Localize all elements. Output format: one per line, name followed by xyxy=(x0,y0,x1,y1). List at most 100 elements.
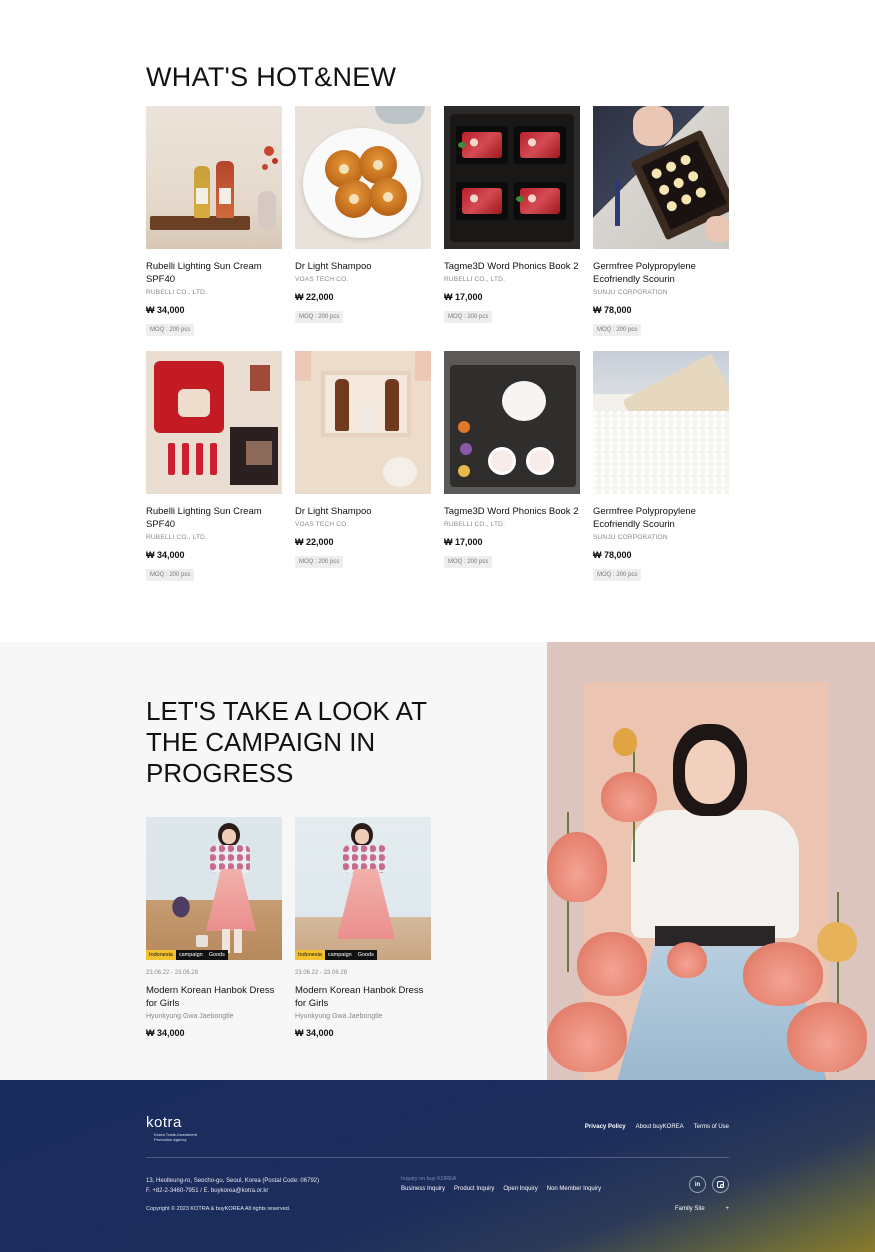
tag-country: Indonesia xyxy=(146,950,176,960)
tag-category: Goods xyxy=(354,950,377,960)
campaign-title: LET'S TAKE A LOOK AT THE CAMPAIGN IN PRO… xyxy=(146,696,427,788)
product-price: ₩ 34,000 xyxy=(146,550,185,560)
campaign-date: 23.06.22 - 23.06.28 xyxy=(295,970,348,976)
non-member-inquiry-link[interactable]: Non Member Inquiry xyxy=(547,1186,601,1192)
campaign-list-panel: LET'S TAKE A LOOK AT THE CAMPAIGN IN PRO… xyxy=(0,642,547,1080)
product-company: RUBELLI CO., LTD. xyxy=(444,521,506,528)
moq-badge: MOQ : 200 pcs xyxy=(295,311,344,323)
contact-line: F. +82-2-3460-7951 / E. buykorea@kotra.o… xyxy=(146,1188,269,1194)
copyright: Copyright © 2023 KOTRA & buyKOREA All ri… xyxy=(146,1206,291,1212)
bottle-gift-box-image[interactable] xyxy=(295,351,431,494)
product-price: ₩ 17,000 xyxy=(444,292,483,302)
site-footer: kotra Korea Trade-Investment Promotion A… xyxy=(0,1080,875,1252)
campaign-company: Hyunkyung Gwa Jaebongtle xyxy=(295,1013,383,1020)
hot-new-section: WHAT'S HOT&NEW Rubelli Lighting Sun Crea… xyxy=(0,0,875,642)
product-company: VOAS TECH CO. xyxy=(295,521,349,528)
plus-icon: + xyxy=(725,1206,729,1212)
campaign-section: LET'S TAKE A LOOK AT THE CAMPAIGN IN PRO… xyxy=(0,642,875,1080)
product-card[interactable]: Tagme3D Word Phonics Book 2 RUBELLI CO.,… xyxy=(444,106,580,351)
business-inquiry-link[interactable]: Business Inquiry xyxy=(401,1186,445,1192)
product-price: ₩ 17,000 xyxy=(444,537,483,547)
hanwoo-beef-box-image[interactable] xyxy=(444,106,580,249)
product-company: RUBELLI CO., LTD. xyxy=(444,276,506,283)
moq-badge: MOQ : 200 pcs xyxy=(295,556,344,568)
product-company: SUNJU CORPORATION xyxy=(593,289,668,296)
hot-new-title: WHAT'S HOT&NEW xyxy=(146,62,397,92)
hanbok-girl-image[interactable]: Indonesia campaign Goods xyxy=(146,817,282,960)
moq-badge: MOQ : 200 pcs xyxy=(593,324,642,336)
hanbok-woman-flowers-image xyxy=(547,642,875,1080)
moq-badge: MOQ : 200 pcs xyxy=(444,311,493,323)
open-inquiry-link[interactable]: Open Inquiry xyxy=(503,1186,537,1192)
social-links: in xyxy=(689,1176,729,1193)
product-card[interactable]: Dr Light Shampoo VOAS TECH CO. ₩ 22,000 … xyxy=(295,106,431,351)
hanbok-girl-image[interactable]: Indonesia campaign Goods xyxy=(295,817,431,960)
linkedin-icon[interactable]: in xyxy=(689,1176,706,1193)
footer-address: 13, Heolleung-ro, Seocho-gu, Seoul, Kore… xyxy=(146,1176,319,1196)
moq-badge: MOQ : 200 pcs xyxy=(593,569,642,581)
tag-category: Goods xyxy=(205,950,228,960)
instagram-icon[interactable] xyxy=(712,1176,729,1193)
tag-type: campaign xyxy=(324,950,355,960)
tag-country: Indonesia xyxy=(295,950,325,960)
campaign-tags: Indonesia campaign Goods xyxy=(295,950,377,960)
about-link[interactable]: About buyKOREA xyxy=(636,1124,684,1130)
family-site-select[interactable]: Family Site + xyxy=(675,1206,729,1212)
product-card[interactable]: Rubelli Lighting Sun Cream SPF40 RUBELLI… xyxy=(146,106,282,351)
campaign-tags: Indonesia campaign Goods xyxy=(146,950,228,960)
gift-tray-image[interactable] xyxy=(593,106,729,249)
product-grid: Rubelli Lighting Sun Cream SPF40 RUBELLI… xyxy=(146,106,729,596)
product-company: VOAS TECH CO. xyxy=(295,276,349,283)
product-card[interactable]: Germfree Polypropylene Ecofriendly Scour… xyxy=(593,106,729,351)
moq-badge: MOQ : 200 pcs xyxy=(146,324,195,336)
product-company: RUBELLI CO., LTD. xyxy=(146,534,208,541)
product-card[interactable]: Dr Light Shampoo VOAS TECH CO. ₩ 22,000 … xyxy=(295,351,431,596)
campaign-company: Hyunkyung Gwa Jaebongtle xyxy=(146,1013,234,1020)
product-name[interactable]: Rubelli Lighting Sun Cream SPF40 xyxy=(146,505,282,531)
product-price: ₩ 78,000 xyxy=(593,550,632,560)
product-card[interactable]: Rubelli Lighting Sun Cream SPF40 RUBELLI… xyxy=(146,351,282,596)
product-name[interactable]: Tagme3D Word Phonics Book 2 xyxy=(444,260,580,273)
terms-link[interactable]: Terms of Use xyxy=(694,1124,729,1130)
campaign-price: ₩ 34,000 xyxy=(146,1028,185,1038)
family-site-label: Family Site xyxy=(675,1206,705,1212)
logo-subtitle: Korea Trade-Investment Promotion Agency xyxy=(154,1132,197,1142)
tea-set-image[interactable] xyxy=(444,351,580,494)
moq-badge: MOQ : 200 pcs xyxy=(444,556,493,568)
rice-box-image[interactable] xyxy=(593,351,729,494)
campaign-name[interactable]: Modern Korean Hanbok Dress for Girls xyxy=(146,984,282,1010)
campaign-card[interactable]: Indonesia campaign Goods 23.06.22 - 23.0… xyxy=(146,817,282,1038)
product-price: ₩ 34,000 xyxy=(146,305,185,315)
campaign-grid: Indonesia campaign Goods 23.06.22 - 23.0… xyxy=(146,817,431,1038)
product-name[interactable]: Rubelli Lighting Sun Cream SPF40 xyxy=(146,260,282,286)
product-price: ₩ 22,000 xyxy=(295,537,334,547)
bojagi-gift-set-image[interactable] xyxy=(146,351,282,494)
inquiry-label: Inquiry on buy KOREA xyxy=(401,1176,457,1182)
campaign-price: ₩ 34,000 xyxy=(295,1028,334,1038)
product-company: SUNJU CORPORATION xyxy=(593,534,668,541)
product-name[interactable]: Germfree Polypropylene Ecofriendly Scour… xyxy=(593,260,729,286)
privacy-policy-link[interactable]: Privacy Policy xyxy=(585,1124,626,1130)
inquiry-block: Inquiry on buy KOREA Business Inquiry Pr… xyxy=(401,1176,601,1192)
product-card[interactable]: Germfree Polypropylene Ecofriendly Scour… xyxy=(593,351,729,596)
product-inquiry-link[interactable]: Product Inquiry xyxy=(454,1186,494,1192)
footer-links: Privacy Policy About buyKOREA Terms of U… xyxy=(585,1124,729,1130)
product-price: ₩ 78,000 xyxy=(593,305,632,315)
product-name[interactable]: Dr Light Shampoo xyxy=(295,505,431,518)
inquiry-links: Business Inquiry Product Inquiry Open In… xyxy=(401,1186,601,1192)
product-price: ₩ 22,000 xyxy=(295,292,334,302)
liquor-bottles-image[interactable] xyxy=(146,106,282,249)
address-line: 13, Heolleung-ro, Seocho-gu, Seoul, Kore… xyxy=(146,1178,320,1184)
moq-badge: MOQ : 200 pcs xyxy=(146,569,195,581)
tag-type: campaign xyxy=(175,950,206,960)
product-name[interactable]: Germfree Polypropylene Ecofriendly Scour… xyxy=(593,505,729,531)
product-card[interactable]: Tagme3D Word Phonics Book 2 RUBELLI CO.,… xyxy=(444,351,580,596)
logo-wordmark: kotra xyxy=(146,1114,182,1131)
yakgwa-cookies-image[interactable] xyxy=(295,106,431,249)
kotra-logo[interactable]: kotra Korea Trade-Investment Promotion A… xyxy=(146,1114,216,1142)
campaign-date: 23.06.22 - 23.06.28 xyxy=(146,970,199,976)
campaign-name[interactable]: Modern Korean Hanbok Dress for Girls xyxy=(295,984,431,1010)
product-name[interactable]: Dr Light Shampoo xyxy=(295,260,431,273)
campaign-card[interactable]: Indonesia campaign Goods 23.06.22 - 23.0… xyxy=(295,817,431,1038)
product-name[interactable]: Tagme3D Word Phonics Book 2 xyxy=(444,505,580,518)
